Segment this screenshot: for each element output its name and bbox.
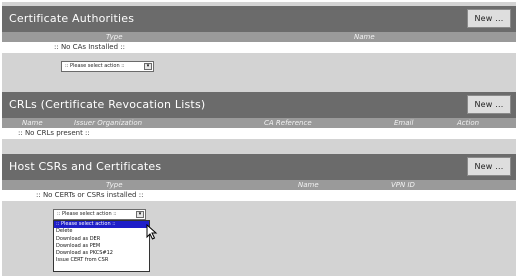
ca-section-header: Certificate Authorities New ... — [2, 6, 516, 32]
crl-section-title: CRLs (Certificate Revocation Lists) — [9, 98, 206, 111]
host-action-select[interactable]: :: Please select action :: ▾ — [53, 209, 146, 220]
crl-section-header: CRLs (Certificate Revocation Lists) New … — [2, 92, 516, 118]
crl-empty-message: :: No CRLs present :: — [18, 129, 90, 137]
host-action-dropdown-list: :: Please select action :: Delete Downlo… — [53, 220, 150, 272]
host-column-header-row: Type Name VPN ID — [2, 180, 516, 190]
crl-column-action: Action — [457, 119, 480, 127]
host-section-header: Host CSRs and Certificates New ... — [2, 154, 516, 180]
ca-column-header-row: Type Name — [2, 32, 516, 42]
chevron-down-icon: ▾ — [144, 63, 152, 70]
host-column-vpn-id: VPN ID — [391, 181, 415, 189]
host-section-title: Host CSRs and Certificates — [9, 160, 162, 173]
dropdown-option-download-pkcs12[interactable]: Download as PKCS#12 — [54, 250, 149, 257]
ca-action-select-value: :: Please select action :: — [65, 63, 125, 69]
dropdown-option-delete[interactable]: Delete — [54, 228, 149, 235]
mouse-pointer-icon — [146, 224, 158, 240]
crl-new-button[interactable]: New ... — [467, 95, 511, 114]
ca-action-select[interactable]: :: Please select action :: ▾ — [61, 61, 154, 72]
host-empty-row: :: No CERTs or CSRs installed :: — [2, 190, 516, 201]
crl-empty-row: :: No CRLs present :: — [2, 128, 516, 139]
host-column-type: Type — [106, 181, 123, 189]
dropdown-option-download-pem[interactable]: Download as PEM — [54, 243, 149, 250]
crl-column-ca-reference: CA Reference — [264, 119, 312, 127]
dropdown-option-download-der[interactable]: Download as DER — [54, 236, 149, 243]
host-empty-message: :: No CERTs or CSRs installed :: — [36, 191, 144, 199]
ca-section-title: Certificate Authorities — [9, 12, 135, 25]
crl-column-issuer-organization: Issuer Organization — [74, 119, 143, 127]
crl-column-header-row: Name Issuer Organization CA Reference Em… — [2, 118, 516, 128]
certificates-panel: Certificate Authorities New ... Type Nam… — [2, 2, 516, 276]
host-column-name: Name — [298, 181, 319, 189]
ca-new-button[interactable]: New ... — [467, 9, 511, 28]
dropdown-option-please-select[interactable]: :: Please select action :: — [54, 221, 149, 229]
chevron-down-icon: ▾ — [136, 211, 144, 218]
host-action-select-value: :: Please select action :: — [57, 211, 117, 217]
crl-column-name: Name — [22, 119, 43, 127]
ca-empty-row: :: No CAs Installed :: — [2, 42, 516, 53]
host-new-button[interactable]: New ... — [467, 157, 511, 176]
dropdown-option-issue-cert[interactable]: Issue CERT from CSR — [54, 257, 149, 264]
ca-column-name: Name — [354, 33, 375, 41]
crl-column-email: Email — [394, 119, 414, 127]
ca-empty-message: :: No CAs Installed :: — [54, 43, 125, 51]
ca-column-type: Type — [106, 33, 123, 41]
